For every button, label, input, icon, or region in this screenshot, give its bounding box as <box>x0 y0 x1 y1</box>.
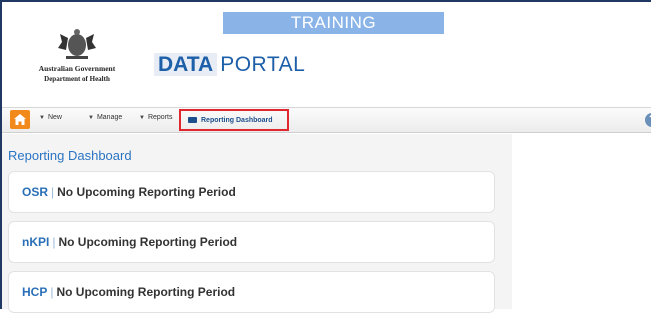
card-line: HCP | No Upcoming Reporting Period <box>22 285 235 299</box>
card-status: No Upcoming Reporting Period <box>56 285 236 299</box>
coat-of-arms-icon <box>58 29 96 59</box>
dashboard-icon <box>188 117 197 123</box>
nav-reports-label: Reports <box>147 114 173 121</box>
card-status: No Upcoming Reporting Period <box>58 235 238 249</box>
government-wordmark: Australian Government Department of Heal… <box>22 64 132 83</box>
reporting-card-osr[interactable]: OSR | No Upcoming Reporting Period <box>8 171 495 213</box>
main-navbar: ▼ New ▼ Manage ▼ Reports Reporting Dashboar… <box>2 107 651 133</box>
nav-manage-menu[interactable]: ▼ Manage <box>88 114 122 121</box>
logo-portal-word: PORTAL <box>220 53 306 76</box>
help-icon[interactable]: ? <box>645 113 651 127</box>
caret-down-icon: ▼ <box>139 115 145 121</box>
reporting-card-nkpi[interactable]: nKPI | No Upcoming Reporting Period <box>8 221 495 263</box>
home-button[interactable] <box>10 110 30 129</box>
card-code[interactable]: HCP <box>22 285 47 299</box>
gov-name-line: Australian Government <box>38 64 116 73</box>
card-code[interactable]: nKPI <box>22 235 49 249</box>
nav-manage-label: Manage <box>96 114 123 121</box>
nav-new-menu[interactable]: ▼ New <box>39 114 62 121</box>
card-separator: | <box>50 285 54 299</box>
card-separator: | <box>52 235 56 249</box>
side-panel <box>512 134 651 309</box>
reporting-dashboard-label: Reporting Dashboard <box>201 116 273 124</box>
nav-reports-menu[interactable]: ▼ Reports <box>139 114 172 121</box>
reporting-dashboard-button[interactable]: Reporting Dashboard <box>179 109 289 131</box>
home-icon <box>14 114 26 125</box>
card-code[interactable]: OSR <box>22 185 48 199</box>
logo-data-word: DATA <box>154 53 218 76</box>
card-line: OSR | No Upcoming Reporting Period <box>22 185 236 199</box>
nav-new-label: New <box>47 114 62 121</box>
page-title: Reporting Dashboard <box>8 148 132 163</box>
card-status: No Upcoming Reporting Period <box>57 185 236 199</box>
department-line: Department of Health <box>44 75 110 83</box>
caret-down-icon: ▼ <box>39 115 45 121</box>
reporting-card-hcp[interactable]: HCP | No Upcoming Reporting Period <box>8 271 495 313</box>
card-line: nKPI | No Upcoming Reporting Period <box>22 235 237 249</box>
caret-down-icon: ▼ <box>88 115 94 121</box>
card-separator: | <box>51 185 55 199</box>
training-environment-banner: TRAINING ENVIRONMENT <box>223 12 444 54</box>
